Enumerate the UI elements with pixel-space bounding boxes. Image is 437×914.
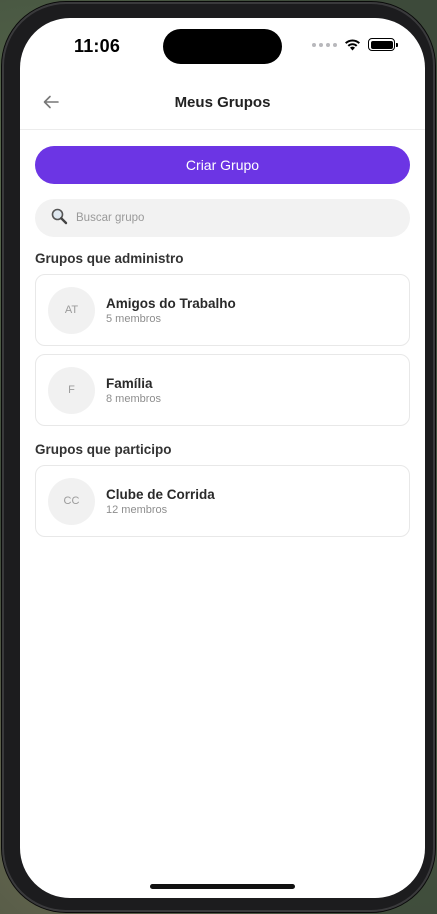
status-time: 11:06 bbox=[74, 36, 121, 56]
group-name: Amigos do Trabalho bbox=[106, 295, 236, 311]
cellular-signal-icon bbox=[312, 42, 337, 47]
status-bar: 11:06 bbox=[20, 18, 425, 74]
page-title: Meus Grupos bbox=[174, 94, 271, 111]
group-member-count: 5 membros bbox=[106, 312, 162, 325]
section-title-admin: Grupos que administro bbox=[35, 251, 184, 266]
search-input[interactable] bbox=[76, 212, 376, 224]
battery-icon bbox=[368, 38, 398, 51]
search-bar[interactable] bbox=[35, 199, 410, 237]
create-group-button[interactable]: Criar Grupo bbox=[35, 146, 410, 184]
group-card[interactable]: F Família 8 membros bbox=[35, 354, 410, 426]
group-avatar: CC bbox=[48, 477, 95, 525]
search-icon bbox=[50, 207, 68, 230]
home-indicator[interactable] bbox=[150, 884, 295, 889]
section-title-participant: Grupos que participo bbox=[35, 442, 172, 457]
dynamic-island bbox=[163, 29, 282, 64]
group-name: Clube de Corrida bbox=[106, 486, 215, 502]
group-card[interactable]: CC Clube de Corrida 12 membros bbox=[35, 465, 410, 537]
group-name: Família bbox=[106, 375, 153, 391]
group-avatar: F bbox=[48, 366, 95, 414]
group-info: Amigos do Trabalho 5 membros bbox=[106, 296, 236, 325]
status-icons bbox=[312, 38, 398, 51]
wifi-icon bbox=[344, 38, 361, 51]
app-screen: 11:06 Meus Grupos Criar Grupo Buscar gru… bbox=[20, 18, 425, 898]
group-info: Clube de Corrida 12 membros bbox=[106, 487, 215, 516]
group-member-count: 12 membros bbox=[106, 503, 168, 516]
group-info: Família 8 membros bbox=[106, 376, 161, 405]
group-card[interactable]: AT Amigos do Trabalho 5 membros bbox=[35, 274, 410, 346]
nav-header: Meus Grupos bbox=[20, 80, 425, 130]
group-member-count: 8 membros bbox=[106, 392, 162, 405]
group-avatar: AT bbox=[48, 286, 95, 334]
phone-frame: 11:06 Meus Grupos Criar Grupo Buscar gru… bbox=[2, 2, 435, 912]
main-content: Criar Grupo Grupos que administro AT Ami… bbox=[35, 146, 410, 545]
